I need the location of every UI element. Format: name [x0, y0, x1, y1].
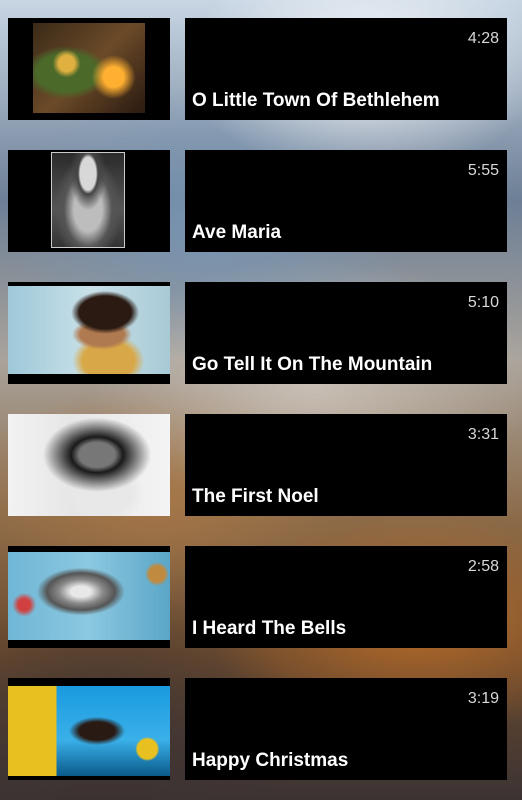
- video-thumbnail[interactable]: [8, 414, 170, 516]
- christmas-tree-fireplace-image: [33, 23, 145, 113]
- list-item[interactable]: 2:58 I Heard The Bells: [8, 546, 507, 648]
- singer-gift-boxes-image: [8, 686, 170, 776]
- singer-portrait-gold-image: [8, 286, 170, 374]
- video-duration: 5:55: [467, 162, 499, 179]
- video-title: Go Tell It On The Mountain: [192, 354, 433, 375]
- video-thumbnail[interactable]: [8, 282, 170, 384]
- video-duration: 5:10: [467, 294, 499, 311]
- video-title: Happy Christmas: [192, 750, 349, 771]
- list-item[interactable]: 3:31 The First Noel: [8, 414, 507, 516]
- singer-portrait-bw-image: [8, 414, 170, 516]
- list-item[interactable]: 5:55 Ave Maria: [8, 150, 507, 252]
- silver-bells-image: [8, 552, 170, 640]
- video-duration: 3:19: [467, 690, 499, 707]
- video-title: The First Noel: [192, 486, 319, 507]
- video-title: Ave Maria: [192, 222, 282, 243]
- madonna-and-child-statue-image: [51, 152, 125, 248]
- video-thumbnail[interactable]: [8, 18, 170, 120]
- video-duration: 2:58: [467, 558, 499, 575]
- video-info-card[interactable]: 2:58 I Heard The Bells: [185, 546, 507, 648]
- video-info-card[interactable]: 5:55 Ave Maria: [185, 150, 507, 252]
- video-duration: 3:31: [467, 426, 499, 443]
- video-title: I Heard The Bells: [192, 618, 347, 639]
- video-title: O Little Town Of Bethlehem: [192, 90, 440, 111]
- video-info-card[interactable]: 3:19 Happy Christmas: [185, 678, 507, 780]
- video-thumbnail[interactable]: [8, 546, 170, 648]
- list-item[interactable]: 3:19 Happy Christmas: [8, 678, 507, 780]
- list-item[interactable]: 4:28 O Little Town Of Bethlehem: [8, 18, 507, 120]
- video-info-card[interactable]: 3:31 The First Noel: [185, 414, 507, 516]
- video-info-card[interactable]: 5:10 Go Tell It On The Mountain: [185, 282, 507, 384]
- video-info-card[interactable]: 4:28 O Little Town Of Bethlehem: [185, 18, 507, 120]
- video-thumbnail[interactable]: [8, 678, 170, 780]
- video-thumbnail[interactable]: [8, 150, 170, 252]
- video-duration: 4:28: [467, 30, 499, 47]
- list-item[interactable]: 5:10 Go Tell It On The Mountain: [8, 282, 507, 384]
